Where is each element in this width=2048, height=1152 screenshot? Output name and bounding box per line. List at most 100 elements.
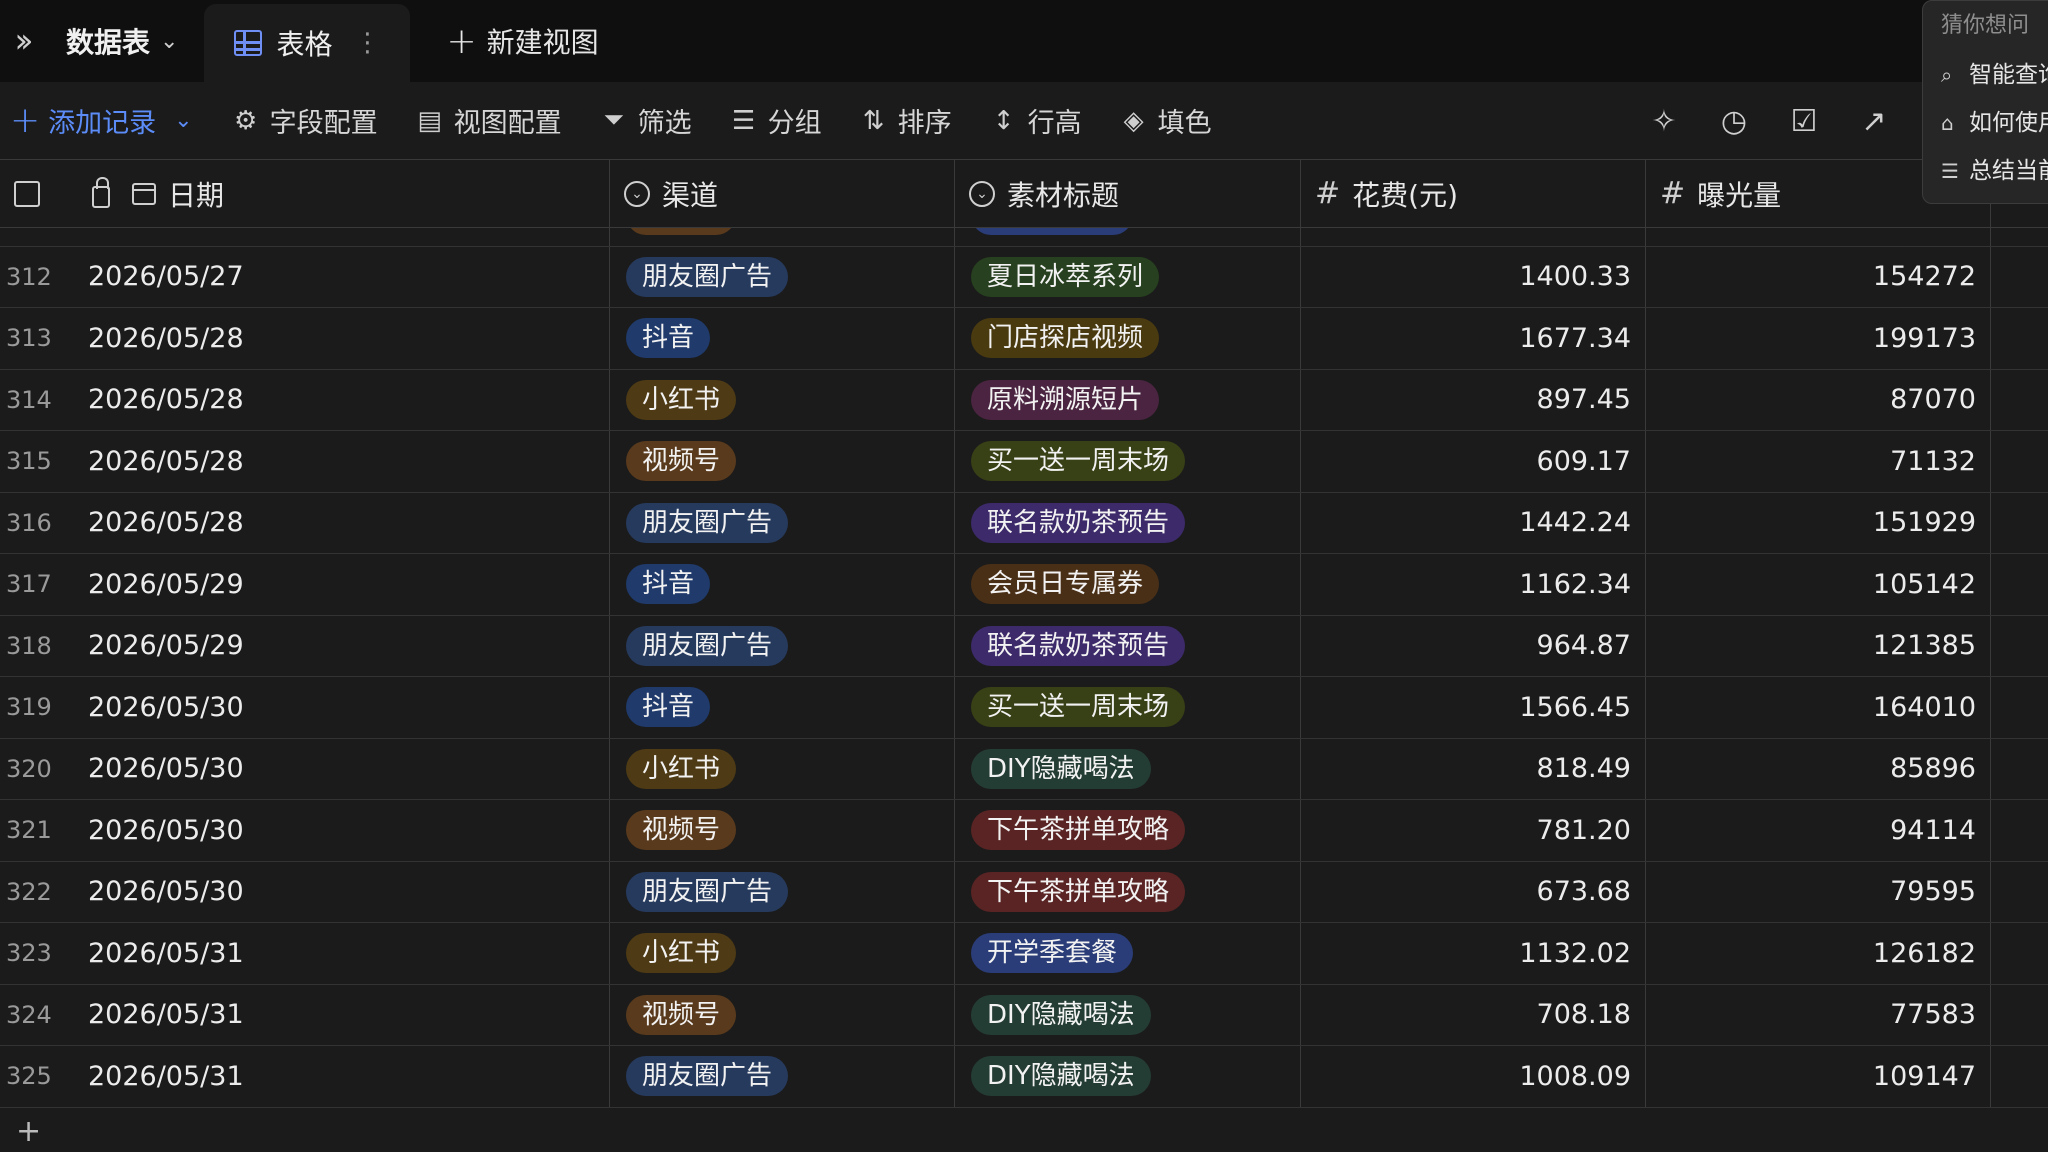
cell-channel[interactable]: 朋友圈广告 xyxy=(610,246,955,307)
column-header-date[interactable]: 日期 xyxy=(0,160,610,227)
cell-exposure[interactable]: 121385 xyxy=(1646,615,1991,676)
cell-channel[interactable]: 抖音 xyxy=(610,677,955,738)
cell-channel[interactable]: 朋友圈广告 xyxy=(610,861,955,922)
cell-channel[interactable]: 视频号 xyxy=(610,984,955,1045)
cell-channel[interactable]: 小红书 xyxy=(610,369,955,430)
column-header-channel[interactable]: ⌄ 渠道 xyxy=(610,160,955,227)
cell-date[interactable]: 318 2026/05/29 xyxy=(0,615,610,676)
cell-material[interactable]: 门店探店视频 xyxy=(955,308,1301,369)
cell-channel[interactable]: 小红书 xyxy=(610,738,955,799)
table-row[interactable]: 317 2026/05/29 抖音 会员日专属券 1162.34 105142 xyxy=(0,554,2048,616)
table-row[interactable]: 323 2026/05/31 小红书 开学季套餐 1132.02 126182 xyxy=(0,923,2048,985)
cell-channel[interactable]: 视频号 xyxy=(610,431,955,492)
table-row[interactable]: 324 2026/05/31 视频号 DIY隐藏喝法 708.18 77583 xyxy=(0,984,2048,1046)
cell-exposure[interactable]: 94114 xyxy=(1646,800,1991,861)
cell-channel[interactable]: 抖音 xyxy=(610,308,955,369)
cell-exposure[interactable]: 71132 xyxy=(1646,431,1991,492)
cell-cost[interactable]: 1442.24 xyxy=(1301,492,1646,553)
cell-material[interactable]: 会员日专属券 xyxy=(955,554,1301,615)
cell-date[interactable]: 324 2026/05/31 xyxy=(0,984,610,1045)
cell-exposure[interactable]: 109147 xyxy=(1646,1046,1991,1107)
cell-exposure[interactable]: 105142 xyxy=(1646,554,1991,615)
select-all-checkbox[interactable] xyxy=(14,180,40,207)
column-header-cost[interactable]: # 花费(元) xyxy=(1301,160,1646,227)
column-header-material[interactable]: ⌄ 素材标题 xyxy=(955,160,1301,227)
table-row[interactable]: 320 2026/05/30 小红书 DIY隐藏喝法 818.49 85896 xyxy=(0,738,2048,800)
table-row[interactable]: 325 2026/05/31 朋友圈广告 DIY隐藏喝法 1008.09 109147 xyxy=(0,1046,2048,1108)
cell-cost[interactable]: 609.17 xyxy=(1301,431,1646,492)
cell-date[interactable]: 319 2026/05/30 xyxy=(0,677,610,738)
more-vertical-icon[interactable]: ⋮ xyxy=(346,28,380,58)
table-row[interactable]: 312 2026/05/27 朋友圈广告 夏日冰萃系列 1400.33 154272 xyxy=(0,246,2048,308)
cell-date[interactable]: 312 2026/05/27 xyxy=(0,246,610,307)
cell-cost[interactable]: 708.18 xyxy=(1301,984,1646,1045)
cell-exposure[interactable]: 77583 xyxy=(1646,984,1991,1045)
cell-cost[interactable]: 818.49 xyxy=(1301,738,1646,799)
table-row[interactable]: 316 2026/05/28 朋友圈广告 联名款奶茶预告 1442.24 151929 xyxy=(0,492,2048,554)
table-row[interactable]: 313 2026/05/28 抖音 门店探店视频 1677.34 199173 xyxy=(0,308,2048,370)
cell-date[interactable]: 314 2026/05/28 xyxy=(0,369,610,430)
cell-exposure[interactable]: 151929 xyxy=(1646,492,1991,553)
cell-exposure[interactable]: 85896 xyxy=(1646,738,1991,799)
fill-color-button[interactable]: ◈ 填色 xyxy=(1101,101,1231,140)
cell-exposure[interactable]: 199173 xyxy=(1646,308,1991,369)
double-chevron-right-icon[interactable]: ›› xyxy=(0,0,48,82)
popover-item-smart-query[interactable]: ⌕ 智能查询 xyxy=(1941,51,2048,99)
cell-date[interactable]: 320 2026/05/30 xyxy=(0,738,610,799)
checklist-icon[interactable]: ☑ xyxy=(1787,104,1821,139)
cell-channel[interactable]: 朋友圈广告 xyxy=(610,615,955,676)
row-height-button[interactable]: ↕ 行高 xyxy=(971,101,1101,140)
chevron-down-icon[interactable]: ⌄ xyxy=(174,108,192,133)
table-switcher[interactable]: 数据表 ⌄ xyxy=(48,0,204,82)
cell-date[interactable]: 313 2026/05/28 xyxy=(0,308,610,369)
view-config-button[interactable]: ▤ 视图配置 xyxy=(397,101,581,140)
table-row[interactable]: 321 2026/05/30 视频号 下午茶拼单攻略 781.20 94114 xyxy=(0,800,2048,862)
new-view-button[interactable]: + 新建视图 xyxy=(410,0,634,82)
cell-date[interactable]: 323 2026/05/31 xyxy=(0,923,610,984)
sort-button[interactable]: ⇅ 排序 xyxy=(841,101,971,140)
group-button[interactable]: ☰ 分组 xyxy=(711,101,841,140)
table-row[interactable]: 318 2026/05/29 朋友圈广告 联名款奶茶预告 964.87 121385 xyxy=(0,615,2048,677)
table-row[interactable]: 315 2026/05/28 视频号 买一送一周末场 609.17 71132 xyxy=(0,431,2048,493)
popover-item-how-to-use[interactable]: ⌂ 如何使用 xyxy=(1941,99,2048,147)
cell-cost[interactable]: 1162.34 xyxy=(1301,554,1646,615)
cell-material[interactable]: 买一送一周末场 xyxy=(955,431,1301,492)
filter-button[interactable]: ⏷ 筛选 xyxy=(581,101,711,140)
popover-item-summarize[interactable]: ☰ 总结当前 xyxy=(1941,147,2048,195)
add-record-button[interactable]: + 添加记录 ⌄ xyxy=(0,100,213,141)
cell-cost[interactable]: 1566.45 xyxy=(1301,677,1646,738)
cell-cost[interactable]: 1008.09 xyxy=(1301,1046,1646,1107)
cell-cost[interactable]: 897.45 xyxy=(1301,369,1646,430)
cell-date[interactable]: 316 2026/05/28 xyxy=(0,492,610,553)
add-row-plus-icon[interactable]: + xyxy=(16,1114,41,1149)
field-config-button[interactable]: ⚙ 字段配置 xyxy=(213,101,397,140)
cell-material[interactable]: 联名款奶茶预告 xyxy=(955,492,1301,553)
cell-channel[interactable]: 朋友圈广告 xyxy=(610,1046,955,1107)
table-row[interactable]: 314 2026/05/28 小红书 原料溯源短片 897.45 87070 xyxy=(0,369,2048,431)
tab-grid-view[interactable]: 表格 ⋮ xyxy=(204,4,411,82)
cell-exposure[interactable]: 164010 xyxy=(1646,677,1991,738)
cell-exposure[interactable]: 154272 xyxy=(1646,246,1991,307)
cell-channel[interactable]: 朋友圈广告 xyxy=(610,492,955,553)
history-icon[interactable]: ◷ xyxy=(1717,104,1751,139)
cell-date[interactable]: 317 2026/05/29 xyxy=(0,554,610,615)
cell-cost[interactable]: 964.87 xyxy=(1301,615,1646,676)
cell-channel[interactable]: 抖音 xyxy=(610,554,955,615)
cell-material[interactable]: 下午茶拼单攻略 xyxy=(955,861,1301,922)
cell-date[interactable]: 315 2026/05/28 xyxy=(0,431,610,492)
cell-material[interactable]: 原料溯源短片 xyxy=(955,369,1301,430)
cell-material[interactable]: 下午茶拼单攻略 xyxy=(955,800,1301,861)
cell-cost[interactable]: 673.68 xyxy=(1301,861,1646,922)
cell-material[interactable]: 开学季套餐 xyxy=(955,923,1301,984)
cell-date[interactable]: 322 2026/05/30 xyxy=(0,861,610,922)
cell-material[interactable]: DIY隐藏喝法 xyxy=(955,1046,1301,1107)
cell-cost[interactable]: 1400.33 xyxy=(1301,246,1646,307)
table-row[interactable]: 322 2026/05/30 朋友圈广告 下午茶拼单攻略 673.68 79595 xyxy=(0,861,2048,923)
cell-cost[interactable]: 781.20 xyxy=(1301,800,1646,861)
cell-material[interactable]: 买一送一周末场 xyxy=(955,677,1301,738)
cell-material[interactable]: DIY隐藏喝法 xyxy=(955,984,1301,1045)
table-row[interactable]: 319 2026/05/30 抖音 买一送一周末场 1566.45 164010 xyxy=(0,677,2048,739)
cell-exposure[interactable]: 87070 xyxy=(1646,369,1991,430)
share-icon[interactable]: ↗ xyxy=(1857,104,1891,139)
cell-material[interactable]: 联名款奶茶预告 xyxy=(955,615,1301,676)
